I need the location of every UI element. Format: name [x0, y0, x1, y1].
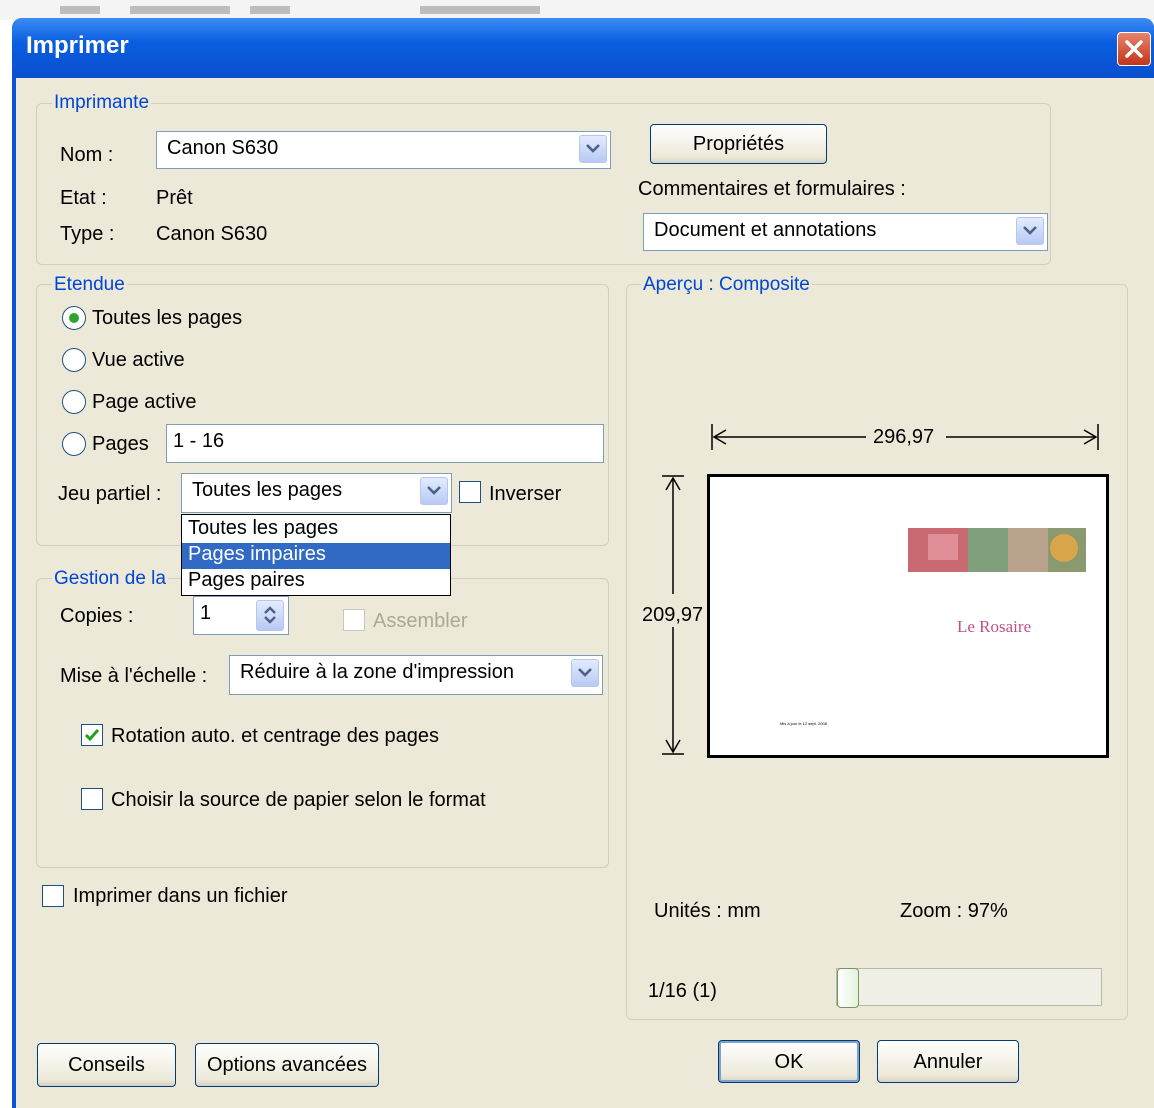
- collate-checkbox[interactable]: [343, 609, 365, 631]
- dropdown-button[interactable]: [1016, 217, 1044, 245]
- printer-status-label: Etat :: [60, 187, 107, 209]
- preview-page: Le Rosaire Mis à jour le 12 sept. 2008: [707, 474, 1109, 758]
- scaling-label: Mise à l'échelle :: [60, 665, 208, 687]
- preview-group-legend: Aperçu : Composite: [641, 274, 812, 296]
- reverse-checkbox[interactable]: [459, 481, 481, 503]
- zoom-label: Zoom : 97%: [900, 900, 1008, 922]
- comments-select[interactable]: Document et annotations: [643, 213, 1048, 251]
- radio-active-view[interactable]: [62, 348, 86, 372]
- advanced-options-button[interactable]: Options avancées: [195, 1043, 379, 1087]
- radio-active-page[interactable]: [62, 390, 86, 414]
- pages-input[interactable]: 1 - 16: [166, 424, 604, 463]
- scaling-value: Réduire à la zone d'impression: [240, 661, 514, 683]
- advanced-options-button-label: Options avancées: [206, 1054, 368, 1076]
- dropdown-button[interactable]: [579, 135, 607, 163]
- width-value: 296,97: [873, 426, 935, 448]
- reverse-label[interactable]: Inverser: [489, 483, 561, 506]
- background-element: [60, 6, 100, 14]
- radio-all-pages-label[interactable]: Toutes les pages: [92, 307, 242, 330]
- copies-spinner[interactable]: [256, 600, 284, 631]
- print-to-file-checkbox[interactable]: [42, 885, 64, 907]
- autorotate-checkbox[interactable]: [81, 724, 103, 746]
- radio-selected-dot: [69, 313, 79, 323]
- background-window-strip: [0, 0, 1154, 20]
- cancel-button[interactable]: Annuler: [877, 1040, 1019, 1083]
- title-bar[interactable]: [12, 18, 1154, 78]
- chevron-down-icon: [427, 486, 441, 495]
- close-icon: [1125, 40, 1143, 58]
- tips-button[interactable]: Conseils: [37, 1043, 176, 1087]
- printer-type-label: Type :: [60, 223, 115, 245]
- dialog-title: Imprimer: [26, 32, 129, 59]
- printer-name-select[interactable]: Canon S630: [156, 131, 611, 169]
- printer-status-value: Prêt: [156, 187, 193, 209]
- background-element: [130, 6, 230, 14]
- radio-active-page-label[interactable]: Page active: [92, 391, 197, 414]
- radio-pages[interactable]: [62, 432, 86, 456]
- range-group-legend: Etendue: [52, 274, 127, 296]
- subset-option-odd[interactable]: Pages impaires: [182, 543, 450, 569]
- autorotate-label[interactable]: Rotation auto. et centrage des pages: [111, 725, 439, 748]
- radio-pages-label[interactable]: Pages: [92, 433, 149, 456]
- page-indicator: 1/16 (1): [648, 980, 717, 1002]
- properties-button[interactable]: Propriétés: [650, 124, 827, 164]
- chevron-down-icon: [1023, 226, 1037, 235]
- radio-all-pages[interactable]: [62, 306, 86, 330]
- background-element: [420, 6, 540, 14]
- subset-option-even[interactable]: Pages paires: [182, 569, 450, 595]
- background-element: [250, 6, 290, 14]
- dropdown-button[interactable]: [571, 659, 599, 687]
- paper-source-label[interactable]: Choisir la source de papier selon le for…: [111, 789, 486, 812]
- printer-group-legend: Imprimante: [52, 92, 152, 114]
- radio-active-view-label[interactable]: Vue active: [92, 349, 185, 372]
- copies-value: 1: [200, 602, 212, 624]
- printer-name-value: Canon S630: [167, 137, 279, 159]
- page-slider-thumb[interactable]: [837, 968, 859, 1008]
- subset-dropdown-list[interactable]: Toutes les pages Pages impaires Pages pa…: [181, 514, 451, 596]
- paper-source-checkbox[interactable]: [81, 788, 103, 810]
- printer-name-label: Nom :: [60, 144, 114, 166]
- preview-header-image: [908, 528, 1086, 572]
- height-value: 209,97: [642, 604, 704, 627]
- subset-select[interactable]: Toutes les pages: [181, 473, 452, 513]
- chevron-down-icon: [578, 668, 592, 677]
- tips-button-label: Conseils: [68, 1054, 145, 1076]
- comments-value: Document et annotations: [654, 219, 877, 241]
- checkmark-icon: [84, 729, 100, 742]
- print-to-file-label[interactable]: Imprimer dans un fichier: [73, 885, 288, 908]
- preview-page-title: Le Rosaire: [957, 617, 1032, 636]
- printer-type-value: Canon S630: [156, 223, 268, 245]
- scaling-select[interactable]: Réduire à la zone d'impression: [229, 655, 603, 695]
- handling-group-legend: Gestion de la: [52, 568, 168, 590]
- close-button[interactable]: [1117, 32, 1151, 66]
- subset-option-all[interactable]: Toutes les pages: [182, 517, 450, 543]
- subset-value: Toutes les pages: [192, 479, 343, 501]
- up-down-arrows-icon: [264, 606, 276, 624]
- ok-button[interactable]: OK: [718, 1040, 860, 1083]
- copies-input[interactable]: 1: [193, 596, 289, 635]
- page-slider[interactable]: [836, 968, 1102, 1008]
- preview-page-footer: Mis à jour le 12 sept. 2008: [780, 721, 827, 726]
- cancel-button-label: Annuler: [913, 1051, 983, 1073]
- units-label: Unités : mm: [654, 900, 761, 922]
- subset-label: Jeu partiel :: [58, 483, 162, 505]
- copies-label: Copies :: [60, 605, 134, 627]
- pages-input-value: 1 - 16: [173, 430, 225, 452]
- comments-label: Commentaires et formulaires :: [638, 178, 906, 200]
- properties-button-label: Propriétés: [692, 133, 785, 155]
- dropdown-button[interactable]: [420, 477, 448, 505]
- ok-button-label: OK: [774, 1051, 804, 1073]
- collate-label: Assembler: [373, 610, 468, 632]
- chevron-down-icon: [586, 144, 600, 153]
